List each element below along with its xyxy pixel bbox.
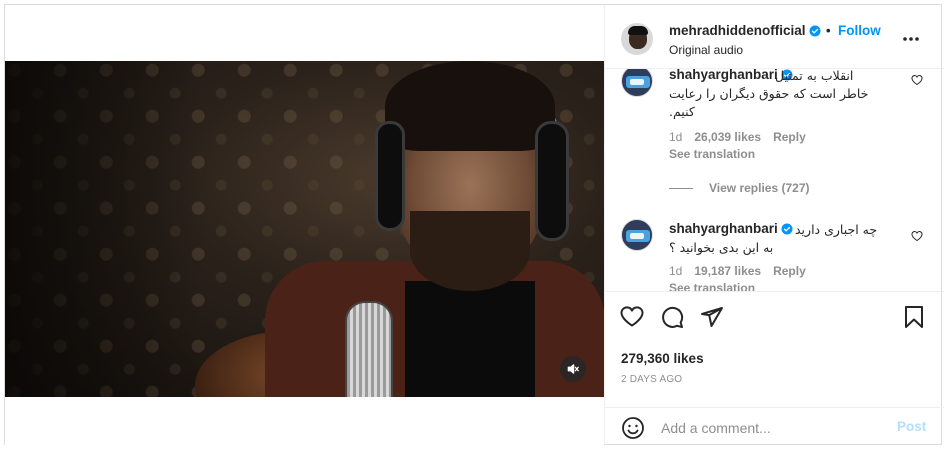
comment-username-text[interactable]: shahyarghanbari [669,221,778,236]
post-video[interactable] [5,61,604,397]
follow-button[interactable]: Follow [838,23,881,38]
comment-age: 1d [669,130,683,144]
avatar-hair [628,26,648,35]
comment-like-heart-icon[interactable] [911,73,925,87]
singer-hair [385,61,555,151]
comment-likes[interactable]: 19,187 likes [694,264,761,278]
video-shadow [5,61,205,397]
emoji-icon[interactable] [621,416,645,440]
view-replies-button[interactable]: View replies (727) [669,181,810,195]
author-username[interactable]: mehradhiddenofficial [669,23,821,38]
avatar-flag-detail [630,233,644,239]
comment-age: 1d [669,264,683,278]
original-audio-link[interactable]: Original audio [669,43,743,57]
comment-username[interactable]: shahyarghanbari [669,221,793,236]
view-replies-label[interactable]: View replies (727) [709,181,810,195]
comment-composer: Post [605,407,944,446]
separator-dot: • [826,23,831,38]
headphone-left [375,121,405,231]
media-area [5,5,604,446]
reply-button[interactable]: Reply [773,264,806,278]
post-dialog: mehradhiddenofficial • Follow Original a… [4,4,944,446]
singer-beard [410,211,530,291]
more-horizontal-icon[interactable] [901,29,921,49]
comment-text-line: انقلاب به تمثیل [775,69,854,83]
add-comment-input[interactable] [661,417,881,439]
heart-icon[interactable] [619,304,645,330]
post-side-panel: mehradhiddenofficial • Follow Original a… [604,5,944,446]
see-translation-link[interactable]: See translation [669,147,755,161]
comment-text-line: چه اجباری دارید [795,222,878,237]
avatar-flag-detail [630,79,644,85]
post-comment-button[interactable]: Post [897,419,926,434]
comment-like-heart-icon[interactable] [911,229,925,243]
share-icon[interactable] [699,304,725,330]
comments-list[interactable]: shahyarghanbari انقلاب به تمثیل خاطر است… [605,69,944,291]
microphone [345,301,393,397]
post-timestamp[interactable]: 2 DAYS AGO [621,374,682,385]
author-avatar[interactable] [621,23,653,55]
tee [405,281,535,397]
headphone-right [535,121,569,241]
see-translation-link[interactable]: See translation [669,281,755,291]
author-username-text[interactable]: mehradhiddenofficial [669,23,806,38]
reply-button[interactable]: Reply [773,130,806,144]
comment-text-line: خاطر است که حقوق دیگران را رعایت [669,86,869,101]
bookmark-icon[interactable] [901,304,927,330]
comment-text-line: کنیم. [669,104,695,119]
comment-icon[interactable] [659,304,685,330]
replies-line [669,187,693,189]
verified-badge-icon [809,25,821,37]
post-header: mehradhiddenofficial • Follow Original a… [605,5,944,69]
commenter-avatar[interactable] [621,219,653,251]
post-likes-count[interactable]: 279,360 likes [621,351,704,366]
comment-text-line: به این بدی بخوانید ؟ [669,240,774,255]
speaker-muted-icon[interactable] [560,356,586,382]
post-actions: 279,360 likes 2 DAYS AGO [605,291,944,411]
verified-badge-icon [781,223,793,235]
comment-likes[interactable]: 26,039 likes [694,130,761,144]
commenter-avatar[interactable] [621,69,653,97]
comment-meta: 1d 26,039 likes Reply [669,130,806,144]
comment-username-text[interactable]: shahyarghanbari [669,69,778,82]
comment-meta: 1d 19,187 likes Reply [669,264,806,278]
